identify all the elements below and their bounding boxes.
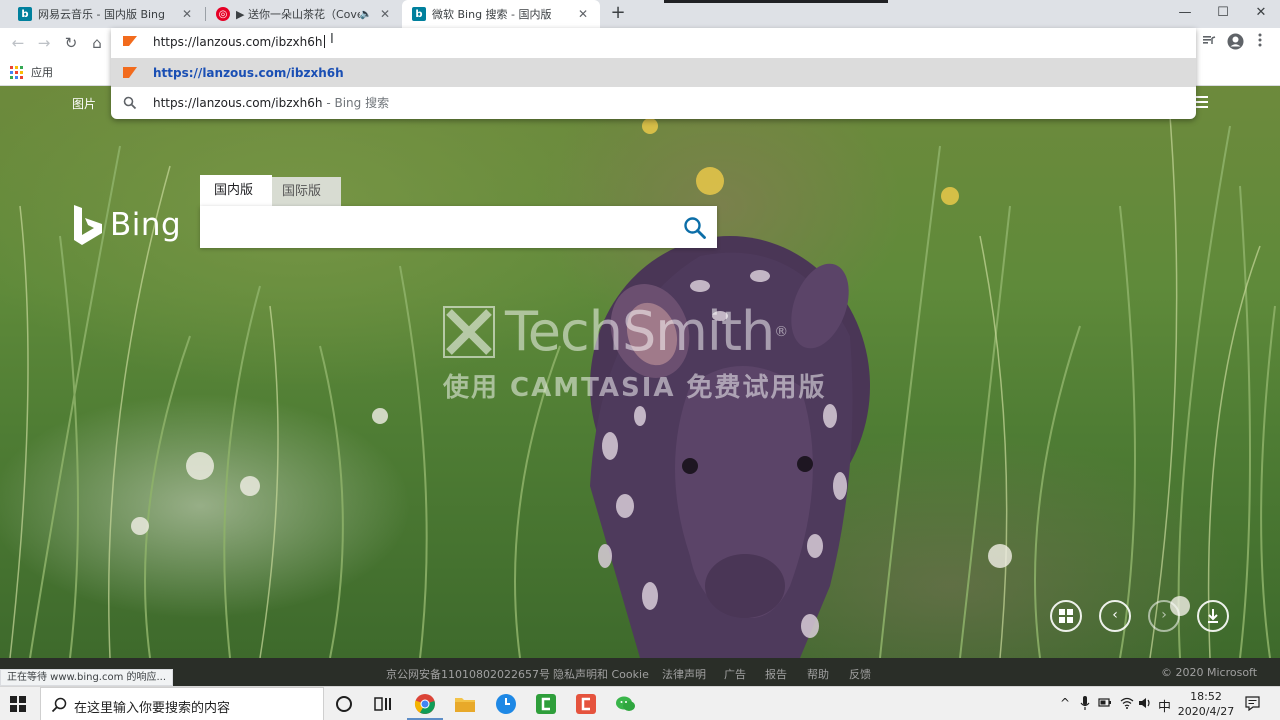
camtasia-red-icon[interactable]	[574, 692, 598, 716]
notification-center-icon[interactable]	[1245, 696, 1260, 711]
apps-label: 应用	[31, 66, 53, 79]
background-photo-tapir	[0, 86, 1280, 658]
clock-time: 18:52	[1190, 690, 1222, 703]
netease-music-icon: ◎	[216, 7, 230, 21]
taskbar-clock[interactable]: 18:52 2020/4/27	[1176, 689, 1236, 719]
windows-start-icon[interactable]	[10, 696, 26, 712]
tab-strip: b 网易云音乐 - 国内版 Bing ✕ ◎ ▶ 送你一朵山茶花（Cover： …	[0, 0, 1280, 28]
camtasia-green-icon[interactable]	[534, 692, 558, 716]
footer-icp-link[interactable]: 京公网安备11010802022657号	[386, 666, 550, 682]
wifi-icon[interactable]	[1120, 697, 1134, 709]
tab-bing-search[interactable]: b 微软 Bing 搜索 - 国内版 ✕	[402, 0, 600, 28]
site-flag-icon	[123, 36, 137, 46]
home-button[interactable]: ⌂	[86, 33, 108, 53]
bing-images-link[interactable]: 图片	[72, 95, 96, 112]
recording-indicator-bar	[664, 0, 888, 3]
previous-image-icon[interactable]: ‹	[1099, 600, 1131, 632]
taskbar-search-box[interactable]: 在这里输入你要搜索的内容	[40, 687, 324, 720]
browser-menu-icon[interactable]	[1257, 33, 1263, 51]
omnibox-suggestion-url[interactable]: https://lanzous.com/ibzxh6h	[111, 58, 1196, 87]
bing-b-logo-icon	[74, 205, 102, 245]
tab-title: ▶ 送你一朵山茶花（Cover：	[236, 8, 360, 21]
volume-icon[interactable]	[1138, 697, 1152, 709]
next-image-icon[interactable]: ›	[1148, 600, 1180, 632]
windows-taskbar: 在这里输入你要搜索的内容 ^ 中 18:52 2020/4/27	[0, 686, 1280, 720]
footer-help-link[interactable]: 帮助	[807, 666, 829, 682]
footer-ads-link[interactable]: 广告	[724, 666, 746, 682]
text-caret	[323, 35, 325, 48]
footer-feedback-link[interactable]: 反馈	[849, 666, 871, 682]
image-info-icon[interactable]	[1050, 600, 1082, 632]
download-image-icon[interactable]	[1197, 600, 1229, 632]
omnibox-suggestion-search[interactable]: https://lanzous.com/ibzxh6h - Bing 搜索	[111, 88, 1196, 117]
tab-title: 网易云音乐 - 国内版 Bing	[38, 8, 166, 21]
bing-logo[interactable]: Bing	[72, 205, 181, 245]
show-hidden-icons-chevron-up-icon[interactable]: ^	[1060, 696, 1070, 710]
tab-music-playing[interactable]: ◎ ▶ 送你一朵山茶花（Cover： 🔈 ✕	[206, 0, 402, 28]
bing-icon: b	[18, 7, 32, 21]
close-window-button[interactable]: ✕	[1242, 0, 1280, 28]
wechat-icon[interactable]	[614, 692, 638, 716]
search-icon	[123, 96, 137, 110]
footer-legal-link[interactable]: 法律声明	[662, 666, 706, 682]
taskbar-search-placeholder: 在这里输入你要搜索的内容	[74, 701, 231, 716]
clock-app-icon[interactable]	[494, 692, 518, 716]
footer-privacy-link[interactable]: 隐私声明和 Cookie	[553, 666, 649, 682]
media-control-icon[interactable]	[1202, 33, 1216, 51]
tab-close-icon[interactable]: ✕	[180, 7, 194, 21]
bing-wordmark: Bing	[110, 207, 182, 243]
site-flag-icon	[123, 67, 137, 78]
file-explorer-icon[interactable]	[453, 692, 477, 716]
apps-shortcut[interactable]: 应用	[10, 64, 53, 80]
browser-status-bubble: 正在等待 www.bing.com 的响应...	[0, 669, 174, 686]
tab-netease-bing[interactable]: b 网易云音乐 - 国内版 Bing ✕	[8, 0, 204, 28]
search-icon	[51, 697, 67, 713]
mouse-ibeam-cursor: I	[330, 32, 334, 47]
reload-button[interactable]: ↻	[60, 33, 82, 53]
footer-copyright: © 2020 Microsoft	[1161, 666, 1258, 679]
back-button[interactable]: ←	[7, 33, 29, 53]
profile-avatar-icon[interactable]	[1227, 33, 1244, 54]
bing-menu-icon[interactable]	[1194, 96, 1208, 108]
omnibox-dropdown: https://lanzous.com/ibzxh6h I https://la…	[111, 28, 1196, 119]
bing-search-input[interactable]	[210, 214, 670, 240]
bing-search-box	[200, 206, 717, 248]
tab-title: 微软 Bing 搜索 - 国内版	[432, 8, 552, 21]
tab-international[interactable]: 国际版	[268, 177, 341, 206]
suggestion-text: https://lanzous.com/ibzxh6h	[153, 65, 344, 80]
suggestion-text: https://lanzous.com/ibzxh6h - Bing 搜索	[153, 96, 390, 110]
cortana-icon[interactable]	[332, 692, 356, 716]
minimize-button[interactable]: —	[1166, 0, 1204, 28]
forward-button[interactable]: →	[33, 33, 55, 53]
clock-date: 2020/4/27	[1177, 705, 1235, 718]
tab-domestic[interactable]: 国内版	[200, 175, 272, 206]
maximize-button[interactable]: ☐	[1204, 0, 1242, 28]
chrome-icon[interactable]	[413, 692, 437, 716]
bing-footer: 京公网安备11010802022657号 隐私声明和 Cookie 法律声明 广…	[0, 658, 1280, 686]
address-input[interactable]: https://lanzous.com/ibzxh6h	[153, 35, 325, 49]
new-tab-button[interactable]: +	[608, 4, 628, 24]
microphone-icon[interactable]	[1080, 695, 1090, 711]
battery-icon[interactable]	[1098, 697, 1112, 709]
footer-report-link[interactable]: 报告	[765, 666, 787, 682]
tab-close-icon[interactable]: ✕	[576, 7, 590, 21]
ime-indicator[interactable]: 中	[1158, 696, 1171, 715]
task-view-icon[interactable]	[372, 692, 396, 716]
address-bar[interactable]: https://lanzous.com/ibzxh6h I	[111, 28, 1196, 58]
apps-grid-icon	[10, 65, 23, 79]
bing-icon: b	[412, 7, 426, 21]
search-icon[interactable]	[683, 216, 707, 240]
audio-playing-icon[interactable]: 🔈	[360, 9, 372, 20]
tab-close-icon[interactable]: ✕	[378, 7, 392, 21]
